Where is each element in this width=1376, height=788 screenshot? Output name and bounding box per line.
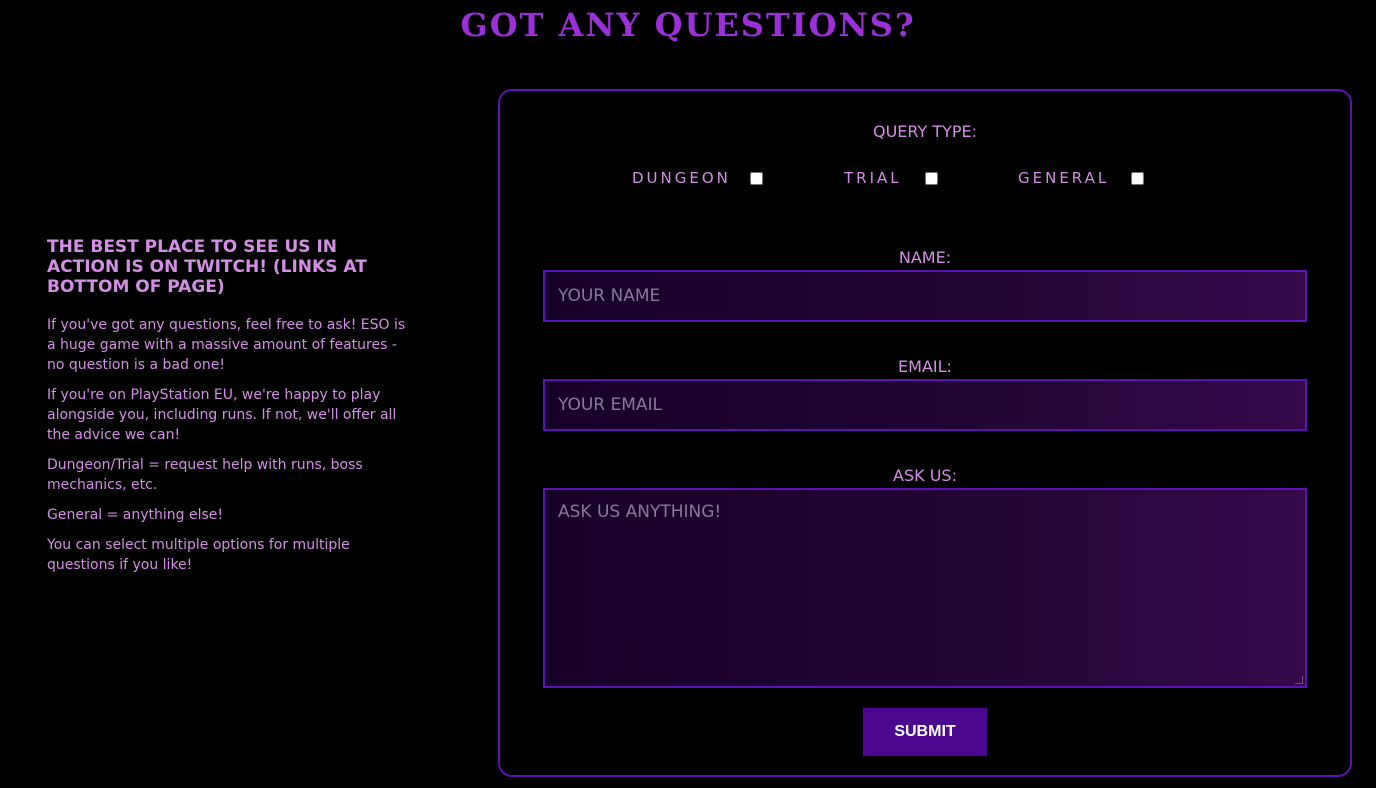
- option-trial-label: TRIAL: [844, 169, 902, 187]
- question-form: QUERY TYPE: DUNGEON TRIAL GENERAL NAME: …: [498, 89, 1352, 777]
- name-input[interactable]: YOUR NAME: [543, 270, 1307, 322]
- option-dungeon: DUNGEON: [632, 169, 731, 187]
- email-input[interactable]: YOUR EMAIL: [543, 379, 1307, 431]
- info-paragraph: If you're on PlayStation EU, we're happy…: [47, 387, 397, 443]
- info-paragraph: You can select multiple options for mult…: [47, 537, 350, 573]
- dungeon-checkbox[interactable]: [750, 172, 763, 185]
- general-checkbox[interactable]: [1131, 172, 1144, 185]
- trial-checkbox[interactable]: [925, 172, 938, 185]
- ask-placeholder: ASK US ANYTHING!: [558, 502, 722, 522]
- option-general-label: GENERAL: [1018, 169, 1110, 187]
- option-dungeon-label: DUNGEON: [632, 169, 731, 187]
- ask-textarea[interactable]: ASK US ANYTHING!: [543, 488, 1307, 688]
- option-trial: TRIAL: [844, 169, 902, 187]
- contact-page: GOT ANY QUESTIONS? THE BEST PLACE TO SEE…: [0, 0, 1376, 788]
- query-type-options: DUNGEON TRIAL GENERAL: [500, 169, 1350, 189]
- option-general: GENERAL: [1018, 169, 1109, 187]
- info-paragraph: If you've got any questions, feel free t…: [47, 317, 406, 373]
- info-paragraph: Dungeon/Trial = request help with runs, …: [47, 457, 363, 493]
- info-section: THE BEST PLACE TO SEE US IN ACTION IS ON…: [47, 237, 409, 585]
- submit-button[interactable]: SUBMIT: [863, 708, 987, 756]
- resize-handle-icon[interactable]: [1295, 676, 1303, 684]
- name-label: NAME:: [898, 248, 952, 267]
- ask-label: ASK US:: [893, 466, 957, 485]
- email-label: EMAIL:: [898, 357, 952, 376]
- page-title: GOT ANY QUESTIONS?: [460, 6, 916, 44]
- info-heading: THE BEST PLACE TO SEE US IN ACTION IS ON…: [47, 237, 367, 297]
- query-type-label: QUERY TYPE:: [872, 122, 978, 141]
- info-paragraph: General = anything else!: [47, 507, 224, 523]
